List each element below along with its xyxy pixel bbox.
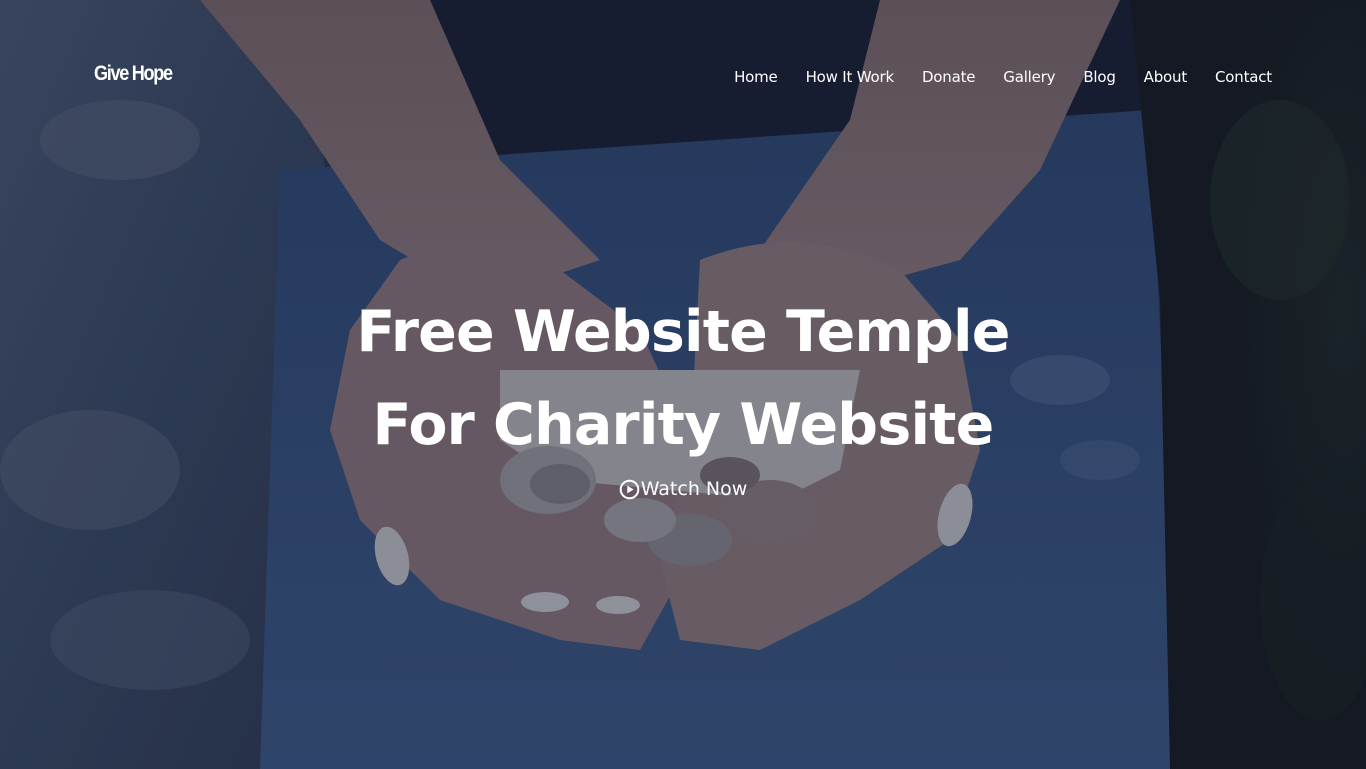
nav-link-contact[interactable]: Contact: [1215, 68, 1272, 86]
hero-title-line-2: For Charity Website: [372, 392, 995, 458]
nav-item-donate: Donate: [922, 67, 976, 86]
brand-logo[interactable]: Give Hope: [94, 62, 173, 86]
nav-item-how-it-work: How It Work: [806, 67, 895, 86]
nav-link-blog[interactable]: Blog: [1083, 68, 1116, 86]
nav-item-about: About: [1144, 67, 1188, 86]
nav-link-donate[interactable]: Donate: [922, 68, 976, 86]
hero-title-line-1: Free Website Temple: [356, 299, 1010, 365]
play-circle-icon: [619, 479, 640, 500]
nav-link-how-it-work[interactable]: How It Work: [806, 68, 895, 86]
nav-link-home[interactable]: Home: [734, 68, 778, 86]
nav-link-gallery[interactable]: Gallery: [1003, 68, 1055, 86]
nav-item-home: Home: [734, 67, 778, 86]
watch-now-label: Watch Now: [640, 478, 748, 500]
watch-now-button[interactable]: Watch Now: [0, 478, 1366, 500]
hero-section: Give Hope Home How It Work Donate Galler…: [0, 0, 1366, 769]
hero-title: Free Website Temple For Charity Website: [0, 286, 1366, 472]
nav-item-contact: Contact: [1215, 67, 1272, 86]
nav-item-blog: Blog: [1083, 67, 1116, 86]
nav-link-about[interactable]: About: [1144, 68, 1188, 86]
site-header: Give Hope Home How It Work Donate Galler…: [0, 0, 1366, 155]
main-nav: Home How It Work Donate Gallery Blog Abo…: [734, 67, 1272, 86]
nav-item-gallery: Gallery: [1003, 67, 1055, 86]
